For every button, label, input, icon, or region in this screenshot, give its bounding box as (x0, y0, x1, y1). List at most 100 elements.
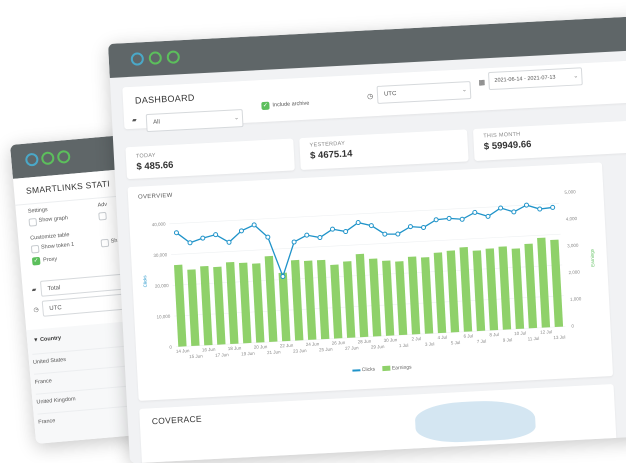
chevron-down-icon: ⌄ (461, 87, 468, 94)
y-left-tick-label: 10,000 (156, 314, 171, 320)
x-tick-label: 27 Jun (345, 345, 359, 351)
earnings-bar (550, 239, 564, 328)
clicks-point (472, 209, 478, 215)
chevron-down-icon: ⌄ (233, 115, 240, 122)
y-right-tick-label: 4,000 (566, 216, 578, 222)
earnings-bar (303, 260, 317, 340)
clicks-point (407, 224, 413, 230)
x-tick-label: 9 Jul (503, 337, 513, 342)
y-right-tick-label: 1,000 (570, 296, 582, 302)
x-tick-label: 16 Jun (202, 347, 216, 353)
x-tick-label: 2 Jul (411, 336, 421, 341)
y-right-axis-label: Earnings (589, 248, 595, 267)
proxy-checkbox[interactable]: ✓ (31, 256, 41, 266)
x-tick-label: 12 Jul (540, 329, 552, 335)
window-minimize-dot[interactable] (148, 51, 163, 65)
clicks-point (550, 204, 556, 210)
legend-clicks[interactable]: Clicks (362, 366, 376, 373)
filter-select[interactable]: All ⌄ (145, 109, 244, 133)
page-title: DASHBOARD (134, 92, 195, 106)
x-tick-label: 8 Jul (489, 332, 499, 337)
y-left-tick-label: 20,000 (155, 283, 170, 289)
earnings-bar (290, 259, 304, 341)
coverage-map (414, 398, 537, 445)
earnings-bar (382, 260, 395, 336)
earnings-bar (472, 250, 486, 332)
window-maximize-dot[interactable] (56, 149, 71, 164)
clicks-point (382, 231, 388, 237)
earnings-bar (395, 261, 408, 336)
include-archive-checkbox[interactable]: ✓ (261, 101, 270, 111)
show-token-label: Show token 1 (40, 241, 75, 251)
y-left-axis-label: Clicks (142, 275, 148, 288)
country-header[interactable]: ▼ Country (33, 335, 61, 343)
y-left-tick-label: 0 (169, 345, 172, 350)
folder-icon: ▰ (131, 117, 137, 124)
legend-earnings[interactable]: Earnings (392, 365, 412, 372)
earnings-bar (498, 246, 512, 330)
legend-earnings-swatch (382, 365, 391, 372)
x-tick-label: 5 Jul (451, 340, 461, 345)
show-short-label: Sh (110, 238, 118, 245)
earnings-bar (252, 263, 265, 343)
window-close-dot[interactable] (130, 52, 145, 66)
x-tick-label: 3 Jul (425, 341, 435, 346)
clicks-point (238, 228, 244, 234)
x-tick-label: 4 Jul (437, 335, 447, 340)
earnings-bar (511, 248, 525, 330)
y-left-tick-label: 30,000 (153, 252, 168, 258)
clicks-point (280, 273, 286, 279)
clock-icon: ◷ (33, 307, 40, 314)
earnings-bar (264, 255, 278, 342)
clicks-point (446, 215, 452, 221)
advanced-checkbox[interactable] (98, 211, 107, 221)
window-close-dot[interactable] (24, 152, 39, 167)
earnings-bar (330, 264, 343, 339)
clicks-point (537, 206, 543, 212)
show-token-checkbox[interactable] (30, 244, 40, 254)
clicks-point (355, 220, 361, 226)
earnings-bar (537, 237, 551, 328)
x-tick-label: 10 Jul (514, 331, 526, 337)
earnings-bar (200, 265, 213, 346)
clicks-point (291, 239, 297, 245)
y-right-tick-label: 5,000 (564, 189, 576, 195)
earnings-bar (343, 261, 356, 338)
show-graph-checkbox[interactable] (28, 217, 38, 227)
folder-icon: ▰ (31, 287, 37, 294)
x-tick-label: 28 Jun (358, 339, 372, 345)
show-short-checkbox[interactable] (100, 238, 110, 248)
earnings-bar (485, 248, 499, 331)
y-left-tick-label: 40,000 (152, 221, 167, 227)
x-tick-label: 21 Jun (267, 349, 281, 355)
chevron-down-icon: ⌄ (573, 73, 579, 80)
clicks-point (498, 205, 504, 211)
x-tick-label: 15 Jun (189, 353, 203, 359)
x-tick-label: 25 Jun (319, 347, 333, 353)
clicks-point (200, 235, 206, 241)
earnings-bar (316, 259, 330, 340)
earnings-bar (420, 257, 434, 334)
dashboard-window: DASHBOARD ▰ All ⌄ ✓ Include archive ◷ UT… (108, 15, 626, 463)
show-graph-label: Show graph (38, 215, 69, 224)
customize-table-label: Customize table (29, 232, 70, 242)
clicks-point (317, 235, 323, 241)
clicks-point (265, 234, 271, 240)
x-tick-label: 6 Jul (463, 333, 473, 338)
legend-clicks-swatch (352, 368, 361, 372)
earnings-bar (407, 256, 421, 335)
clicks-point (395, 231, 401, 237)
yesterday-value: $ 4675.14 (309, 148, 353, 162)
clicks-point (421, 224, 427, 230)
x-tick-label: 17 Jun (215, 352, 229, 358)
earnings-bar (187, 269, 200, 347)
window-maximize-dot[interactable] (166, 50, 181, 64)
x-tick-label: 19 Jun (241, 351, 255, 357)
settings-label: Settings (27, 206, 48, 215)
y-right-tick-label: 2,000 (568, 269, 580, 275)
clicks-point (343, 229, 349, 235)
window-minimize-dot[interactable] (40, 151, 55, 166)
earnings-bar (238, 262, 252, 344)
clicks-point (485, 213, 491, 219)
stat-this-month: THIS MONTH $ 59949.66 (472, 119, 626, 161)
